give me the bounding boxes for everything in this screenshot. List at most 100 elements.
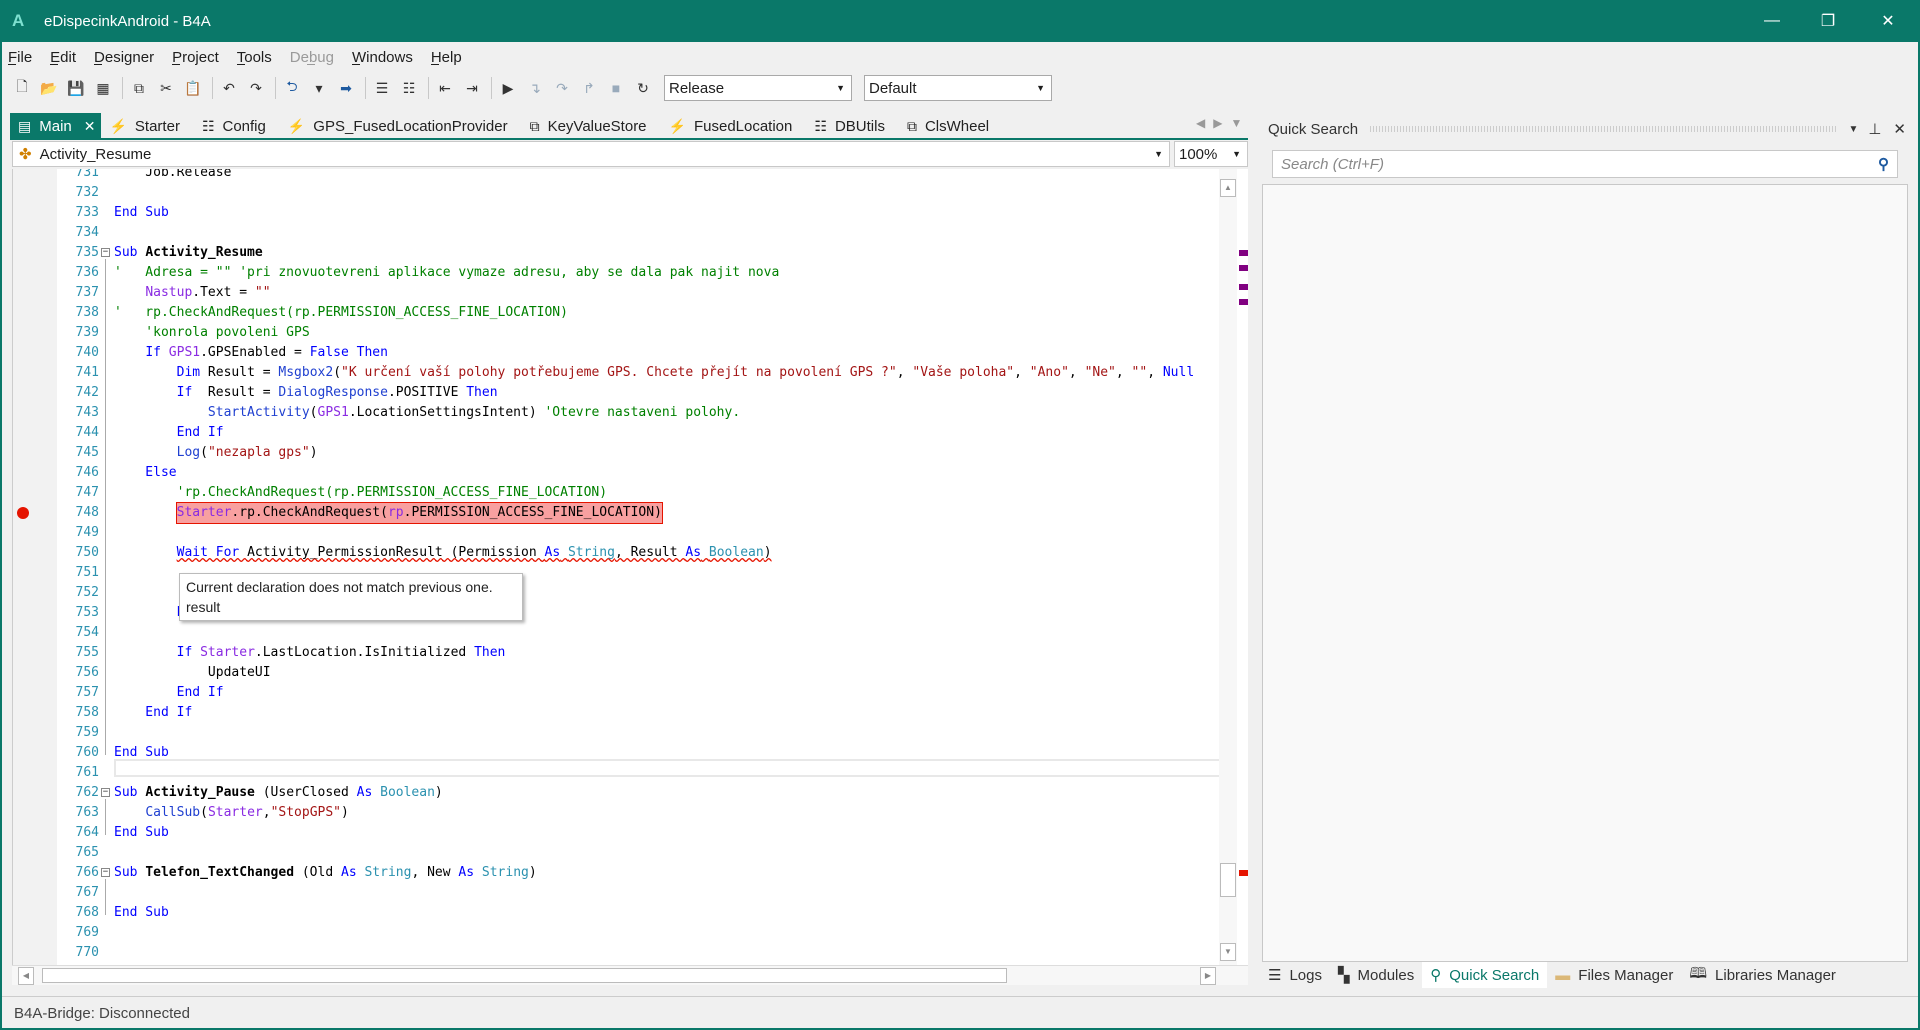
search-results[interactable] bbox=[1262, 184, 1908, 962]
close-button[interactable]: ✕ bbox=[1860, 0, 1916, 42]
step-over-icon[interactable]: ↷ bbox=[550, 76, 574, 100]
code-line[interactable]: 758 End If bbox=[13, 703, 1218, 723]
breakpoint-icon[interactable] bbox=[17, 507, 29, 519]
build-config-select[interactable]: Release ▼ bbox=[664, 75, 852, 101]
fold-toggle-icon[interactable]: − bbox=[101, 868, 110, 877]
bottom-tab-modules[interactable]: ▚ Modules bbox=[1330, 962, 1422, 988]
tab-keyvaluestore[interactable]: ⧉ KeyValueStore bbox=[522, 113, 661, 139]
uncomment-icon[interactable]: ☷ bbox=[397, 76, 421, 100]
new-file-icon[interactable]: 🗋 bbox=[10, 76, 34, 100]
bottom-tab-libraries-manager[interactable]: 🕮 Libraries Manager bbox=[1681, 962, 1844, 988]
paste-icon[interactable]: 📋 bbox=[181, 76, 205, 100]
outdent-icon[interactable]: ⇤ bbox=[433, 76, 457, 100]
code-line[interactable]: 763 CallSub(Starter,"StopGPS") bbox=[13, 803, 1218, 823]
code-line[interactable]: 755 If Starter.LastLocation.IsInitialize… bbox=[13, 643, 1218, 663]
bottom-tab-quick-search[interactable]: ⚲ Quick Search bbox=[1422, 962, 1548, 988]
code-line[interactable]: 761 bbox=[13, 763, 1218, 783]
tab-scroll-arrows[interactable]: ◀▶▼ bbox=[1196, 116, 1250, 130]
vertical-scrollbar[interactable]: ▲ ▼ bbox=[1219, 169, 1237, 965]
code-line[interactable]: 760 End Sub bbox=[13, 743, 1218, 763]
code-line[interactable]: 731 Job.Release bbox=[13, 169, 1218, 183]
menu-designer[interactable]: Designer bbox=[94, 49, 154, 66]
code-line[interactable]: 769 bbox=[13, 923, 1218, 943]
scroll-left-button[interactable]: ◀ bbox=[18, 967, 34, 985]
code-line[interactable]: 733 End Sub bbox=[13, 203, 1218, 223]
drag-grip[interactable] bbox=[1370, 126, 1837, 132]
copy-icon[interactable]: ⧉ bbox=[127, 76, 151, 100]
code-line[interactable]: 750 Wait For Activity_PermissionResult (P… bbox=[13, 543, 1218, 563]
overview-marker[interactable] bbox=[1239, 299, 1248, 305]
save-icon[interactable]: 💾 bbox=[64, 76, 88, 100]
step-out-icon[interactable]: ↱ bbox=[577, 76, 601, 100]
sub-selector[interactable]: ✤ Activity_Resume ▼ bbox=[12, 141, 1170, 167]
bottom-tab-logs[interactable]: ☰ Logs bbox=[1260, 962, 1330, 988]
tab-clswheel[interactable]: ⧉ ClsWheel bbox=[899, 113, 1003, 139]
menu-tools[interactable]: Tools bbox=[236, 49, 272, 66]
code-line[interactable]: 762− Sub Activity_Pause (UserClosed As Bo… bbox=[13, 783, 1218, 803]
code-line[interactable]: 743 StartActivity(GPS1.LocationSettingsI… bbox=[13, 403, 1218, 423]
breakpoint-marker[interactable] bbox=[1239, 870, 1248, 876]
code-line[interactable]: 734 bbox=[13, 223, 1218, 243]
zoom-select[interactable]: 100% ▼ bbox=[1174, 141, 1248, 167]
code-line[interactable]: 749 bbox=[13, 523, 1218, 543]
menu-project[interactable]: Project bbox=[172, 49, 219, 66]
run-icon[interactable]: ▶ bbox=[496, 76, 520, 100]
tab-starter[interactable]: ⚡ Starter bbox=[101, 113, 193, 139]
minimize-button[interactable]: — bbox=[1744, 0, 1800, 42]
tab-main[interactable]: ▤ Main ✕ bbox=[10, 113, 102, 139]
forward-icon[interactable]: ➡ bbox=[334, 76, 358, 100]
stop-icon[interactable]: ■ bbox=[604, 76, 628, 100]
code-line[interactable]: 745 Log("nezapla gps") bbox=[13, 443, 1218, 463]
menu-windows[interactable]: Windows bbox=[351, 49, 413, 66]
pin-icon[interactable]: ⊥ bbox=[1868, 120, 1881, 138]
search-input[interactable]: Search (Ctrl+F) ⚲ bbox=[1272, 150, 1898, 178]
code-line[interactable]: 736 ' Adresa = "" 'pri znovuotevreni apli… bbox=[13, 263, 1218, 283]
code-line[interactable]: 748 Starter.rp.CheckAndRequest(rp.PERMISS… bbox=[13, 502, 1218, 524]
scroll-thumb[interactable] bbox=[42, 968, 1007, 983]
code-line[interactable]: 757 End If bbox=[13, 683, 1218, 703]
step-in-icon[interactable]: ↴ bbox=[523, 76, 547, 100]
code-line[interactable]: 759 bbox=[13, 723, 1218, 743]
code-lines[interactable]: 731 Job.Release 732 733 End Sub 734 735− Sub A… bbox=[13, 169, 1218, 963]
code-line[interactable]: 744 End If bbox=[13, 423, 1218, 443]
tab-dbutils[interactable]: ☷ DBUtils bbox=[806, 113, 899, 139]
code-line[interactable]: 741 Dim Result = Msgbox2("K určení vaší … bbox=[13, 363, 1218, 383]
overview-marker[interactable] bbox=[1239, 284, 1248, 290]
code-line[interactable]: 739 'konrola povoleni GPS bbox=[13, 323, 1218, 343]
code-line[interactable]: 770 bbox=[13, 943, 1218, 963]
menu-edit[interactable]: Edit bbox=[50, 49, 76, 66]
tab-config[interactable]: ☷ Config bbox=[194, 113, 280, 139]
code-line[interactable]: 756 UpdateUI bbox=[13, 663, 1218, 683]
back-icon[interactable]: ⮌ bbox=[280, 76, 304, 100]
tab-gps_fusedlocationprovider[interactable]: ⚡ GPS_FusedLocationProvider bbox=[280, 113, 522, 139]
code-line[interactable]: 742 If Result = DialogResponse.POSITIVE … bbox=[13, 383, 1218, 403]
redo-icon[interactable]: ↷ bbox=[244, 76, 268, 100]
open-icon[interactable]: 📂 bbox=[37, 76, 61, 100]
fold-toggle-icon[interactable]: − bbox=[101, 788, 110, 797]
scroll-up-button[interactable]: ▲ bbox=[1220, 179, 1236, 197]
bottom-tab-files-manager[interactable]: ▬ Files Manager bbox=[1547, 962, 1681, 988]
build-target-select[interactable]: Default ▼ bbox=[864, 75, 1052, 101]
code-editor[interactable]: 731 Job.Release 732 733 End Sub 734 735− Sub A… bbox=[12, 169, 1248, 965]
code-line[interactable]: 747 'rp.CheckAndRequest(rp.PERMISSION_AC… bbox=[13, 483, 1218, 503]
code-line[interactable]: 735− Sub Activity_Resume bbox=[13, 243, 1218, 263]
code-line[interactable]: 764 End Sub bbox=[13, 823, 1218, 843]
code-line[interactable]: 766− Sub Telefon_TextChanged (Old As Stri… bbox=[13, 863, 1218, 883]
close-tab-icon[interactable]: ✕ bbox=[84, 118, 96, 135]
restore-button[interactable]: ❐ bbox=[1800, 0, 1856, 42]
search-icon[interactable]: ⚲ bbox=[1878, 155, 1889, 173]
code-line[interactable]: 738 ' rp.CheckAndRequest(rp.PERMISSION_AC… bbox=[13, 303, 1218, 323]
menu-file[interactable]: File bbox=[8, 49, 32, 66]
tab-fusedlocation[interactable]: ⚡ FusedLocation bbox=[661, 113, 807, 139]
close-icon[interactable]: ✕ bbox=[1893, 120, 1906, 138]
dropdown-icon[interactable]: ▾ bbox=[307, 76, 331, 100]
save-all-icon[interactable]: ▦ bbox=[91, 76, 115, 100]
fold-toggle-icon[interactable]: − bbox=[101, 248, 110, 257]
menu-help[interactable]: Help bbox=[430, 49, 462, 66]
indent-icon[interactable]: ⇥ bbox=[460, 76, 484, 100]
cut-icon[interactable]: ✂ bbox=[154, 76, 178, 100]
scroll-down-button[interactable]: ▼ bbox=[1220, 943, 1236, 961]
undo-icon[interactable]: ↶ bbox=[217, 76, 241, 100]
code-line[interactable]: 767 bbox=[13, 883, 1218, 903]
panel-menu-icon[interactable]: ▼ bbox=[1848, 124, 1858, 135]
